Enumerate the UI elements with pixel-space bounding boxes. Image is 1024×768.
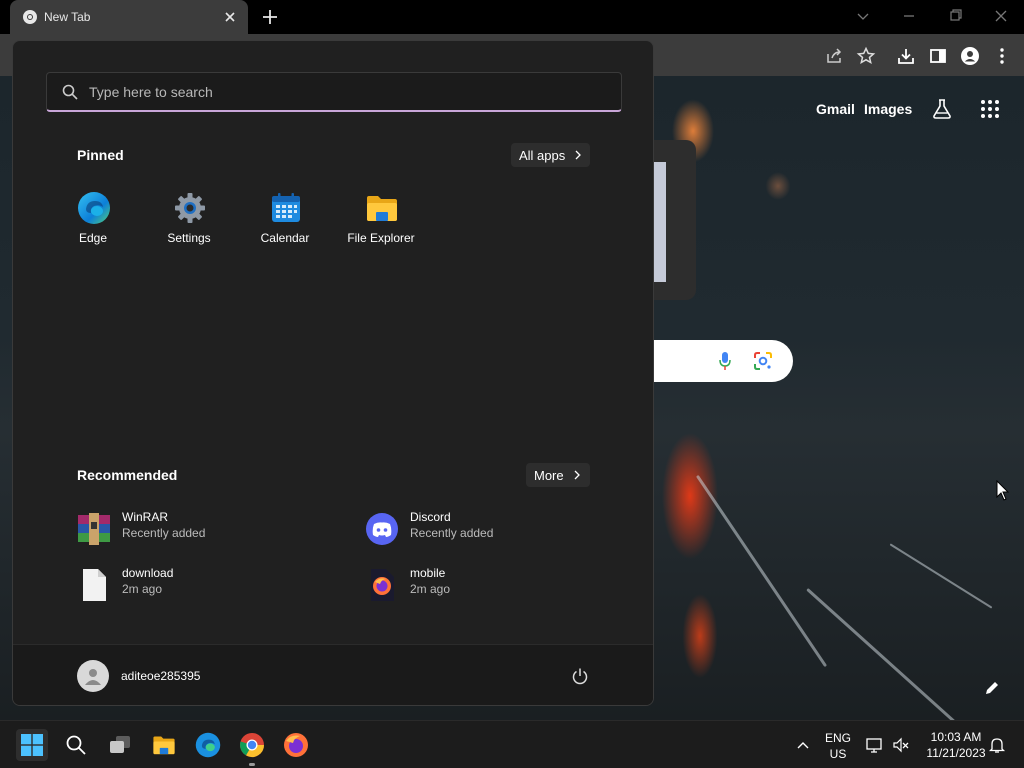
pinned-app-edge[interactable]: Edge (45, 189, 141, 253)
chevron-right-icon (574, 470, 580, 480)
more-options-icon[interactable] (992, 46, 1012, 66)
start-search-box[interactable] (46, 72, 622, 112)
taskbar-search-button[interactable] (60, 729, 92, 761)
file-explorer-icon (153, 736, 175, 755)
google-apps-icon[interactable] (979, 98, 1001, 120)
search-icon (62, 84, 78, 100)
more-label: More (534, 467, 564, 483)
task-view-button[interactable] (104, 729, 136, 761)
file-explorer-icon (367, 196, 397, 221)
calendar-icon (272, 193, 300, 222)
recommended-item-mobile[interactable]: mobile 2m ago (365, 564, 625, 608)
share-icon[interactable] (824, 46, 844, 66)
windows-logo-icon (21, 734, 43, 756)
browser-tab[interactable]: New Tab (10, 0, 248, 34)
chevron-up-icon[interactable] (795, 738, 811, 752)
mouse-cursor-icon (996, 480, 1010, 501)
volume-muted-icon[interactable] (892, 736, 910, 754)
side-panel-icon[interactable] (928, 46, 948, 66)
clock-date[interactable]: 11/21/2023 (920, 746, 992, 760)
shortcut-thumbnail (654, 162, 666, 282)
background-road-streak (695, 474, 828, 668)
taskbar-edge[interactable] (192, 729, 224, 761)
recommended-item-winrar[interactable]: WinRAR Recently added (77, 508, 337, 552)
settings-icon (175, 193, 205, 223)
start-search-input[interactable] (89, 81, 589, 103)
firefox-file-icon (371, 569, 394, 601)
power-icon[interactable] (571, 667, 589, 685)
recommended-item-subtitle: Recently added (410, 526, 494, 540)
edge-icon (78, 192, 110, 224)
region-indicator[interactable]: US (822, 747, 854, 761)
google-lens-icon[interactable] (753, 351, 773, 371)
winrar-icon (78, 513, 110, 545)
browser-tab-bar: New Tab (0, 0, 1024, 34)
clock-time[interactable]: 10:03 AM (920, 730, 992, 744)
file-icon (83, 569, 106, 601)
pinned-app-label: Calendar (260, 231, 310, 245)
user-avatar[interactable] (77, 660, 109, 692)
start-button[interactable] (16, 729, 48, 761)
user-icon (85, 669, 101, 685)
close-window-icon[interactable] (989, 6, 1013, 26)
edit-pencil-icon[interactable] (984, 680, 1000, 696)
google-search-bar[interactable] (640, 340, 793, 382)
recommended-item-subtitle: Recently added (122, 526, 206, 540)
all-apps-button[interactable]: All apps (511, 143, 590, 167)
tab-title: New Tab (44, 10, 91, 24)
notification-icon[interactable] (988, 736, 1006, 754)
close-tab-icon[interactable] (222, 9, 238, 25)
chrome-icon (240, 733, 264, 758)
firefox-icon (284, 733, 308, 757)
recommended-item-download[interactable]: download 2m ago (77, 564, 337, 608)
taskbar-firefox[interactable] (280, 729, 312, 761)
taskbar-file-explorer[interactable] (148, 729, 180, 761)
pinned-app-label: Edge (78, 231, 108, 245)
background-road-streak (806, 587, 957, 720)
chrome-favicon-icon (23, 10, 37, 24)
running-indicator (249, 763, 255, 766)
microphone-icon[interactable] (718, 351, 732, 371)
taskbar: ENG US 10:03 AM 11/21/2023 (0, 720, 1024, 768)
recommended-title: Recommended (77, 467, 178, 483)
screen: New Tab Gmail Images Type here to search… (0, 0, 1024, 768)
new-tab-icon[interactable] (260, 7, 280, 27)
network-icon[interactable] (866, 736, 884, 754)
recommended-item-name: WinRAR (122, 510, 169, 524)
chevron-right-icon (575, 150, 582, 160)
restore-icon[interactable] (943, 6, 967, 26)
pinned-app-calendar[interactable]: Calendar (237, 189, 333, 253)
recommended-item-name: Discord (410, 510, 451, 524)
pinned-app-settings[interactable]: Settings (141, 189, 237, 253)
chevron-down-icon[interactable] (851, 6, 875, 26)
background-road-streak (889, 543, 993, 609)
download-icon[interactable] (896, 46, 916, 66)
pinned-app-file-explorer[interactable]: File Explorer (333, 189, 429, 253)
recommended-item-subtitle: 2m ago (122, 582, 163, 596)
search-icon (66, 735, 86, 755)
pinned-app-label: File Explorer (347, 231, 415, 245)
start-menu: Pinned All apps Edge (12, 40, 654, 706)
language-indicator[interactable]: ENG (822, 731, 854, 745)
labs-flask-icon[interactable] (931, 98, 953, 120)
recommended-item-discord[interactable]: Discord Recently added (365, 508, 625, 552)
user-name[interactable]: aditeoe285395 (121, 669, 200, 683)
recommended-item-name: mobile (410, 566, 446, 580)
recommended-item-name: download (122, 566, 174, 580)
pinned-app-label: Settings (167, 231, 211, 245)
profile-icon[interactable] (960, 46, 980, 66)
taskbar-chrome[interactable] (236, 729, 268, 761)
edge-icon (195, 732, 221, 758)
images-link[interactable]: Images (864, 101, 912, 117)
discord-icon (366, 513, 398, 545)
task-view-icon (110, 736, 130, 753)
start-menu-footer: aditeoe285395 (13, 644, 653, 705)
star-icon[interactable] (856, 46, 876, 66)
more-button[interactable]: More (526, 463, 590, 487)
gmail-link[interactable]: Gmail (816, 101, 855, 117)
pinned-title: Pinned (77, 147, 124, 163)
all-apps-label: All apps (519, 147, 566, 163)
recommended-item-subtitle: 2m ago (410, 582, 451, 596)
minimize-icon[interactable] (897, 6, 921, 26)
